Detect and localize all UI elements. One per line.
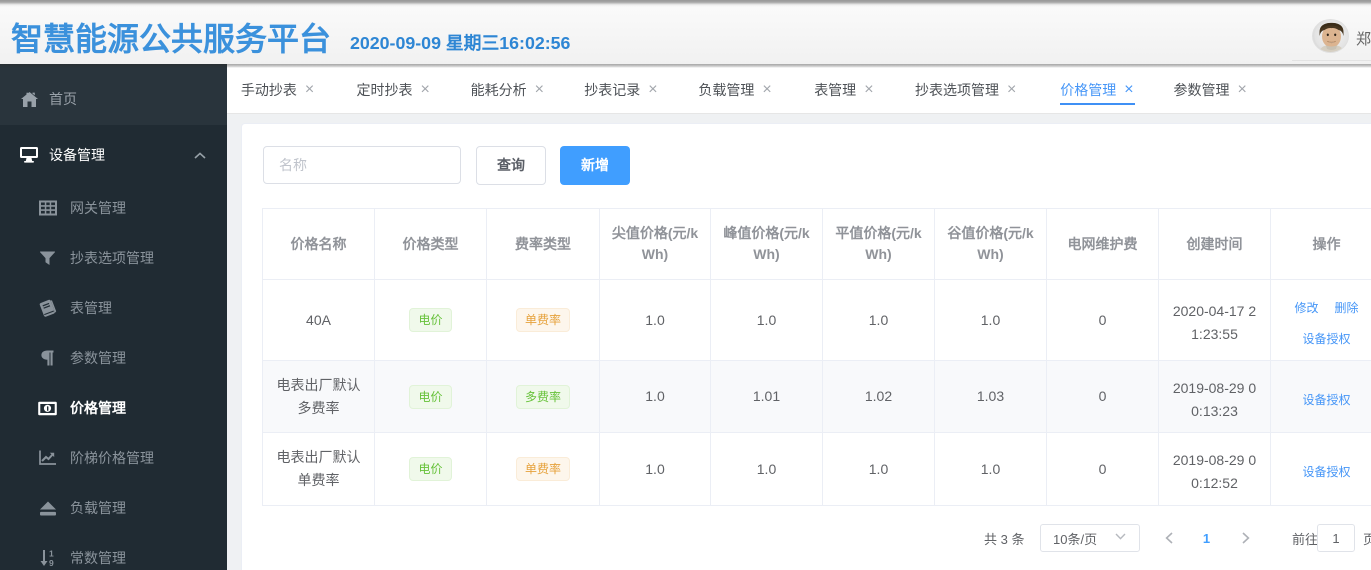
svg-text:9: 9 bbox=[49, 558, 54, 567]
